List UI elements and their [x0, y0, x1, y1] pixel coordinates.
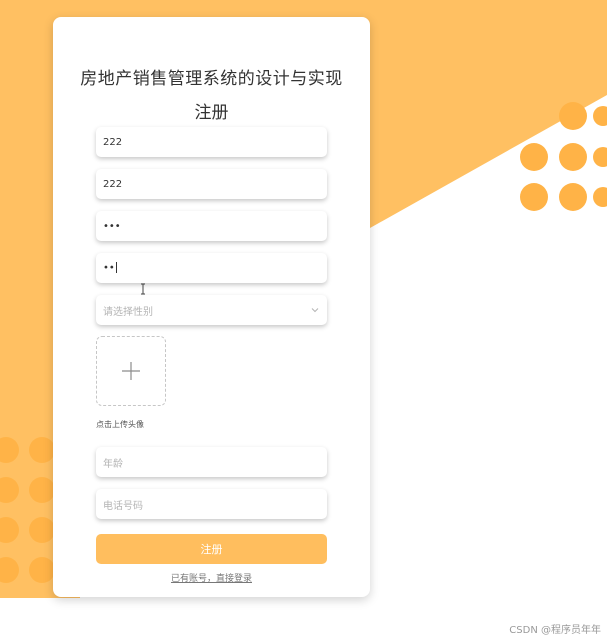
name-input[interactable]: 222 — [96, 169, 327, 199]
gender-select-placeholder: 请选择性别 — [103, 306, 153, 318]
age-placeholder: 年龄 — [103, 458, 123, 470]
text-cursor-icon — [141, 283, 145, 295]
upload-hint-label: 点击上传头像 — [96, 420, 144, 429]
chevron-down-icon — [311, 308, 319, 313]
plus-icon — [122, 362, 140, 380]
name-value: 222 — [103, 178, 123, 190]
text-caret — [115, 262, 117, 274]
username-input[interactable]: 222 — [96, 127, 327, 157]
login-link[interactable]: 已有账号，直接登录 — [53, 571, 370, 584]
confirm-password-value: •• — [103, 262, 115, 274]
watermark: CSDN @程序员年年 — [509, 625, 601, 636]
avatar-upload-button[interactable] — [96, 336, 166, 406]
password-input[interactable]: ••• — [96, 211, 327, 241]
register-button[interactable]: 注册 — [96, 534, 327, 564]
password-value: ••• — [103, 220, 121, 232]
username-value: 222 — [103, 136, 123, 148]
phone-input[interactable]: 电话号码 — [96, 489, 327, 519]
page-subtitle: 注册 — [194, 103, 229, 123]
register-card: 房地产销售管理系统的设计与实现 注册 222 222 ••• •• 请选择性别 … — [53, 17, 370, 597]
page-title: 房地产销售管理系统的设计与实现 — [80, 69, 343, 89]
phone-placeholder: 电话号码 — [103, 500, 143, 512]
age-input[interactable]: 年龄 — [96, 447, 327, 477]
confirm-password-input[interactable]: •• — [96, 253, 327, 283]
gender-select[interactable]: 请选择性别 — [96, 295, 327, 325]
